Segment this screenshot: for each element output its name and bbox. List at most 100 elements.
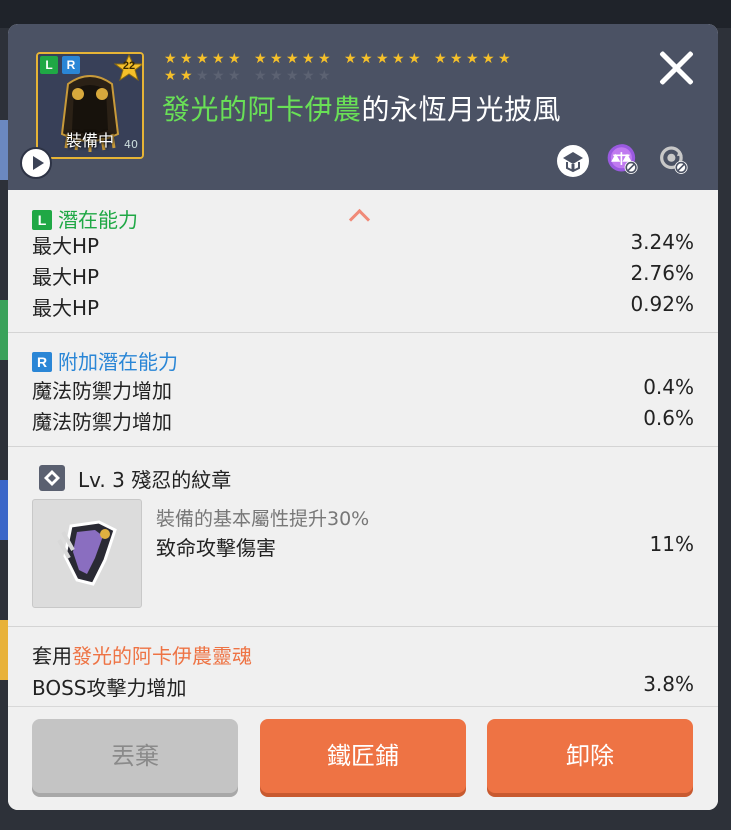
item-detail-panel: L R 22 裝備中 40 ★ ★ ★ ★ ★ ★ ★ ★ ★ ★ ★ ★ ★ ★ ★ ★ ★ ★ ★ ★ ★ ★ ★ ★ ★ ★… xyxy=(8,24,718,810)
soul-label: 套用發光的阿卡伊農靈魂 xyxy=(32,640,252,669)
star-filled-icon: ★ xyxy=(164,51,177,67)
item-title-suffix: 的永恆月光披風 xyxy=(361,93,562,126)
star-filled-icon: ★ xyxy=(302,51,315,67)
star-empty-icon: ★ xyxy=(318,68,331,84)
item-title: 發光的阿卡伊農的永恆月光披風 xyxy=(162,88,561,128)
star-filled-icon: ★ xyxy=(180,68,193,84)
potential-stat-row: 最大HP 0.92% xyxy=(32,292,694,322)
stat-value: 3.24% xyxy=(630,230,694,254)
play-icon[interactable] xyxy=(20,147,52,179)
star-empty-icon: ★ xyxy=(228,68,241,84)
stat-name: 最大HP xyxy=(32,265,100,289)
star-filled-icon: ★ xyxy=(392,51,405,67)
star-filled-icon: ★ xyxy=(482,51,495,67)
blacksmith-button[interactable]: 鐵匠鋪 xyxy=(260,719,466,793)
potential-stat-row: 最大HP 2.76% xyxy=(32,261,694,291)
potential-stat-row: 最大HP 3.24% xyxy=(32,230,694,260)
additional-potential-label: 附加潛在能力 xyxy=(58,350,178,374)
star-filled-icon: ★ xyxy=(450,51,463,67)
star-force-level: 22 xyxy=(122,60,136,72)
star-empty-icon: ★ xyxy=(196,68,209,84)
soul-stat-row: BOSS攻擊力增加 3.8% xyxy=(32,672,694,702)
section-divider xyxy=(8,446,718,447)
emblem-description: 裝備的基本屬性提升30% xyxy=(156,508,370,530)
discard-button[interactable]: 丟棄 xyxy=(32,719,238,793)
stat-value: 2.76% xyxy=(630,261,694,285)
star-filled-icon: ★ xyxy=(466,51,479,67)
emblem-icon xyxy=(57,520,117,586)
star-group: ★ ★ ★ ★ ★ xyxy=(344,52,424,69)
transfer-icon[interactable] xyxy=(556,144,590,178)
star-group: ★ ★ ★ ★ ★ xyxy=(164,69,244,86)
scroll-up-icon[interactable] xyxy=(348,208,371,231)
star-filled-icon: ★ xyxy=(498,51,511,67)
stat-value: 3.8% xyxy=(643,672,694,696)
star-row: ★ ★ ★ ★ ★ ★ ★ ★ ★ ★ ★ ★ ★ ★ ★ ★ ★ ★ ★ ★ xyxy=(164,52,564,69)
stat-value: 0.92% xyxy=(630,292,694,316)
star-force-badge: 22 xyxy=(113,54,142,82)
star-filled-icon: ★ xyxy=(180,51,193,67)
stat-value: 0.4% xyxy=(643,375,694,399)
item-small-number: 40 xyxy=(124,138,138,151)
star-filled-icon: ★ xyxy=(318,51,331,67)
star-empty-icon: ★ xyxy=(254,68,267,84)
star-filled-icon: ★ xyxy=(212,51,225,67)
star-filled-icon: ★ xyxy=(228,51,241,67)
item-stats-body[interactable]: L 潛在能力 最大HP 3.24% 最大HP 2.76% 最大HP 0.92% R… xyxy=(8,190,718,706)
additional-potential-tag: R xyxy=(32,352,52,372)
star-filled-icon: ★ xyxy=(434,51,447,67)
star-group: ★ ★ ★ ★ ★ xyxy=(254,52,334,69)
potential-tag: L xyxy=(32,210,52,230)
scale-icon[interactable] xyxy=(606,144,640,178)
rare-badge: R xyxy=(62,56,80,74)
emblem-image-frame xyxy=(32,499,142,608)
star-empty-icon: ★ xyxy=(302,68,315,84)
star-filled-icon: ★ xyxy=(286,51,299,67)
additional-stat-row: 魔法防禦力增加 0.6% xyxy=(32,406,694,436)
stat-name: BOSS攻擊力增加 xyxy=(32,676,187,700)
scroll-fade xyxy=(8,190,718,202)
stat-value: 11% xyxy=(649,532,694,556)
emblem-diamond-icon xyxy=(39,465,65,491)
close-icon[interactable] xyxy=(656,48,696,88)
action-bar: 丟棄 鐵匠鋪 卸除 xyxy=(8,706,718,810)
star-filled-icon: ★ xyxy=(376,51,389,67)
potential-label: 潛在能力 xyxy=(58,208,138,232)
stat-name: 魔法防禦力增加 xyxy=(32,410,172,434)
star-filled-icon: ★ xyxy=(164,68,177,84)
additional-potential-section-label: R 附加潛在能力 xyxy=(32,346,178,375)
item-title-prefix: 發光的阿卡伊農 xyxy=(162,93,362,126)
item-header: L R 22 裝備中 40 ★ ★ ★ ★ ★ ★ ★ ★ ★ ★ ★ ★ ★ ★ ★ ★ ★ ★ ★ ★ ★ ★ ★ ★ ★ ★… xyxy=(8,24,718,190)
stat-name: 魔法防禦力增加 xyxy=(32,379,172,403)
star-row: ★ ★ ★ ★ ★ ★ ★ ★ ★ ★ xyxy=(164,69,564,86)
emblem-stat-row: 致命攻擊傷害 11% xyxy=(156,532,694,562)
additional-stat-row: 魔法防禦力增加 0.4% xyxy=(32,375,694,405)
emblem-title: Lv. 3 殘忍的紋章 xyxy=(78,468,232,492)
stat-name: 致命攻擊傷害 xyxy=(156,536,276,560)
stat-name: 最大HP xyxy=(32,296,100,320)
refresh-locked-icon[interactable] xyxy=(656,144,690,178)
section-divider xyxy=(8,332,718,333)
potential-section-label: L 潛在能力 xyxy=(32,204,138,233)
soul-name: 發光的阿卡伊農靈魂 xyxy=(72,644,252,668)
star-filled-icon: ★ xyxy=(408,51,421,67)
star-empty-icon: ★ xyxy=(270,68,283,84)
star-filled-icon: ★ xyxy=(270,51,283,67)
star-empty-icon: ★ xyxy=(286,68,299,84)
star-group: ★ ★ ★ ★ ★ xyxy=(254,69,334,86)
star-group: ★ ★ ★ ★ ★ xyxy=(164,52,244,69)
star-filled-icon: ★ xyxy=(196,51,209,67)
legendary-badge: L xyxy=(40,56,58,74)
star-group: ★ ★ ★ ★ ★ xyxy=(434,52,514,69)
star-filled-icon: ★ xyxy=(344,51,357,67)
star-empty-icon: ★ xyxy=(212,68,225,84)
star-filled-icon: ★ xyxy=(254,51,267,67)
item-icon-frame[interactable]: L R 22 裝備中 40 xyxy=(36,52,144,159)
stat-value: 0.6% xyxy=(643,406,694,430)
section-divider xyxy=(8,626,718,627)
soul-prefix: 套用 xyxy=(32,644,72,668)
unequip-button[interactable]: 卸除 xyxy=(487,719,693,793)
star-filled-icon: ★ xyxy=(360,51,373,67)
star-force-stars: ★ ★ ★ ★ ★ ★ ★ ★ ★ ★ ★ ★ ★ ★ ★ ★ ★ ★ ★ ★ ★ ★ ★ ★ ★ ★ ★ ★ ★ ★ xyxy=(164,52,564,86)
stat-name: 最大HP xyxy=(32,234,100,258)
